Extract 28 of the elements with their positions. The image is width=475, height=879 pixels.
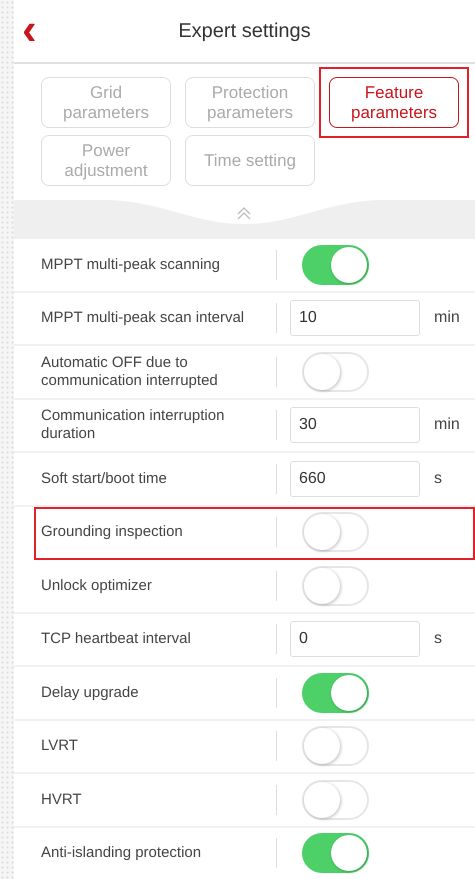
unit-label: s: [434, 630, 442, 648]
value-field[interactable]: 660: [290, 460, 420, 497]
setting-label: TCP heartbeat interval: [41, 630, 192, 648]
unit-label: s: [434, 470, 442, 488]
category-tab[interactable]: Feature parameters: [329, 77, 459, 128]
collapse-bar[interactable]: [14, 200, 475, 239]
collapse-icon[interactable]: [237, 207, 251, 220]
setting-label: Grounding inspection: [41, 523, 184, 542]
setting-label: Automatic OFF due to communication interrupted: [41, 354, 219, 390]
setting-label: MPPT multi-peak scan interval: [41, 309, 246, 328]
toggle-switch[interactable]: [302, 672, 369, 713]
unit-label: min: [434, 416, 460, 434]
toggle-switch[interactable]: [302, 244, 369, 285]
value-field[interactable]: 0: [290, 621, 420, 658]
setting-label: Anti-islanding protection: [41, 844, 202, 862]
setting-label: Soft start/boot time: [41, 470, 168, 488]
value-field[interactable]: 30: [290, 407, 420, 444]
back-button[interactable]: ‹: [16, 10, 43, 50]
setting-label: MPPT multi-peak scanning: [41, 256, 221, 274]
setting-label: LVRT: [41, 737, 79, 756]
setting-label: Unlock optimizer: [41, 576, 153, 595]
page-title: Expert settings: [178, 20, 311, 42]
setting-label: Communication interruption duration: [41, 407, 226, 444]
toggle-switch[interactable]: [302, 833, 369, 874]
setting-label: HVRT: [41, 790, 83, 809]
value-field[interactable]: 10: [290, 300, 420, 336]
setting-label: Delay upgrade: [41, 684, 140, 702]
unit-label: min: [434, 309, 460, 328]
